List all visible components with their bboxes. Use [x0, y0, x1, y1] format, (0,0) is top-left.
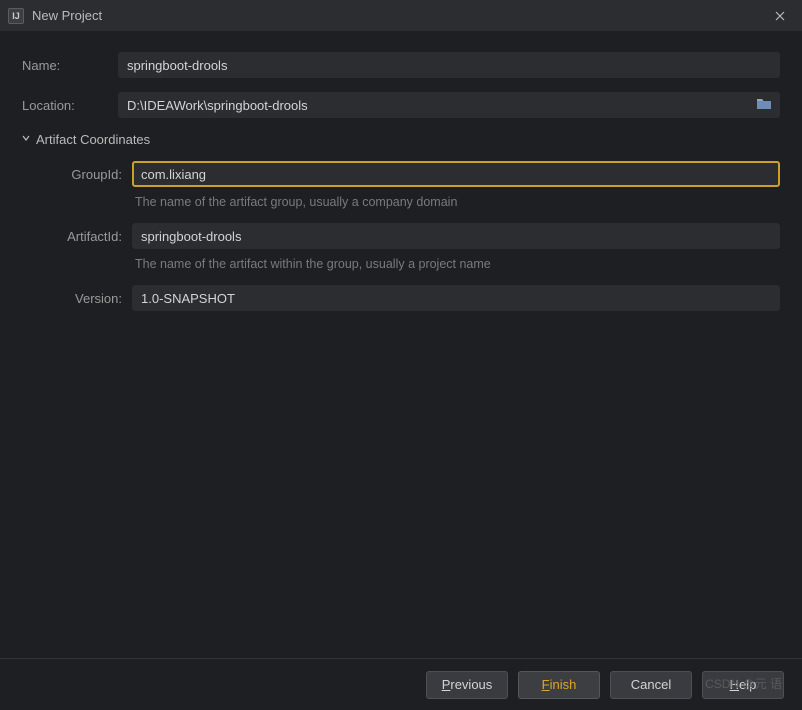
version-row: Version:: [36, 285, 780, 311]
artifact-id-row: ArtifactId:: [36, 223, 780, 249]
window-title: New Project: [32, 8, 766, 23]
cancel-button[interactable]: Cancel: [610, 671, 692, 699]
artifact-fields: GroupId: The name of the artifact group,…: [22, 161, 780, 311]
previous-button[interactable]: Previous: [426, 671, 508, 699]
version-input[interactable]: [132, 285, 780, 311]
artifact-id-label: ArtifactId:: [36, 229, 132, 244]
title-bar: IJ New Project: [0, 0, 802, 32]
group-id-label: GroupId:: [36, 167, 132, 182]
location-row: Location:: [22, 92, 780, 118]
artifact-id-input[interactable]: [132, 223, 780, 249]
artifact-id-hint-row: The name of the artifact within the grou…: [36, 257, 780, 271]
dialog-content: Name: Location: Artifact Coordinates Gro…: [0, 32, 802, 311]
location-input[interactable]: [118, 92, 780, 118]
close-icon[interactable]: [766, 4, 794, 28]
group-id-row: GroupId:: [36, 161, 780, 187]
button-bar: Previous Finish Cancel Help: [0, 658, 802, 710]
folder-icon[interactable]: [756, 97, 772, 113]
artifact-id-hint: The name of the artifact within the grou…: [132, 257, 491, 271]
chevron-down-icon: [22, 134, 30, 145]
app-icon: IJ: [8, 8, 24, 24]
artifact-coordinates-toggle[interactable]: Artifact Coordinates: [22, 132, 780, 147]
name-label: Name:: [22, 58, 118, 73]
help-button[interactable]: Help: [702, 671, 784, 699]
version-label: Version:: [36, 291, 132, 306]
name-row: Name:: [22, 52, 780, 78]
group-id-input[interactable]: [132, 161, 780, 187]
location-label: Location:: [22, 98, 118, 113]
finish-button[interactable]: Finish: [518, 671, 600, 699]
group-id-hint-row: The name of the artifact group, usually …: [36, 195, 780, 209]
artifact-section-title: Artifact Coordinates: [36, 132, 150, 147]
name-input[interactable]: [118, 52, 780, 78]
group-id-hint: The name of the artifact group, usually …: [132, 195, 457, 209]
